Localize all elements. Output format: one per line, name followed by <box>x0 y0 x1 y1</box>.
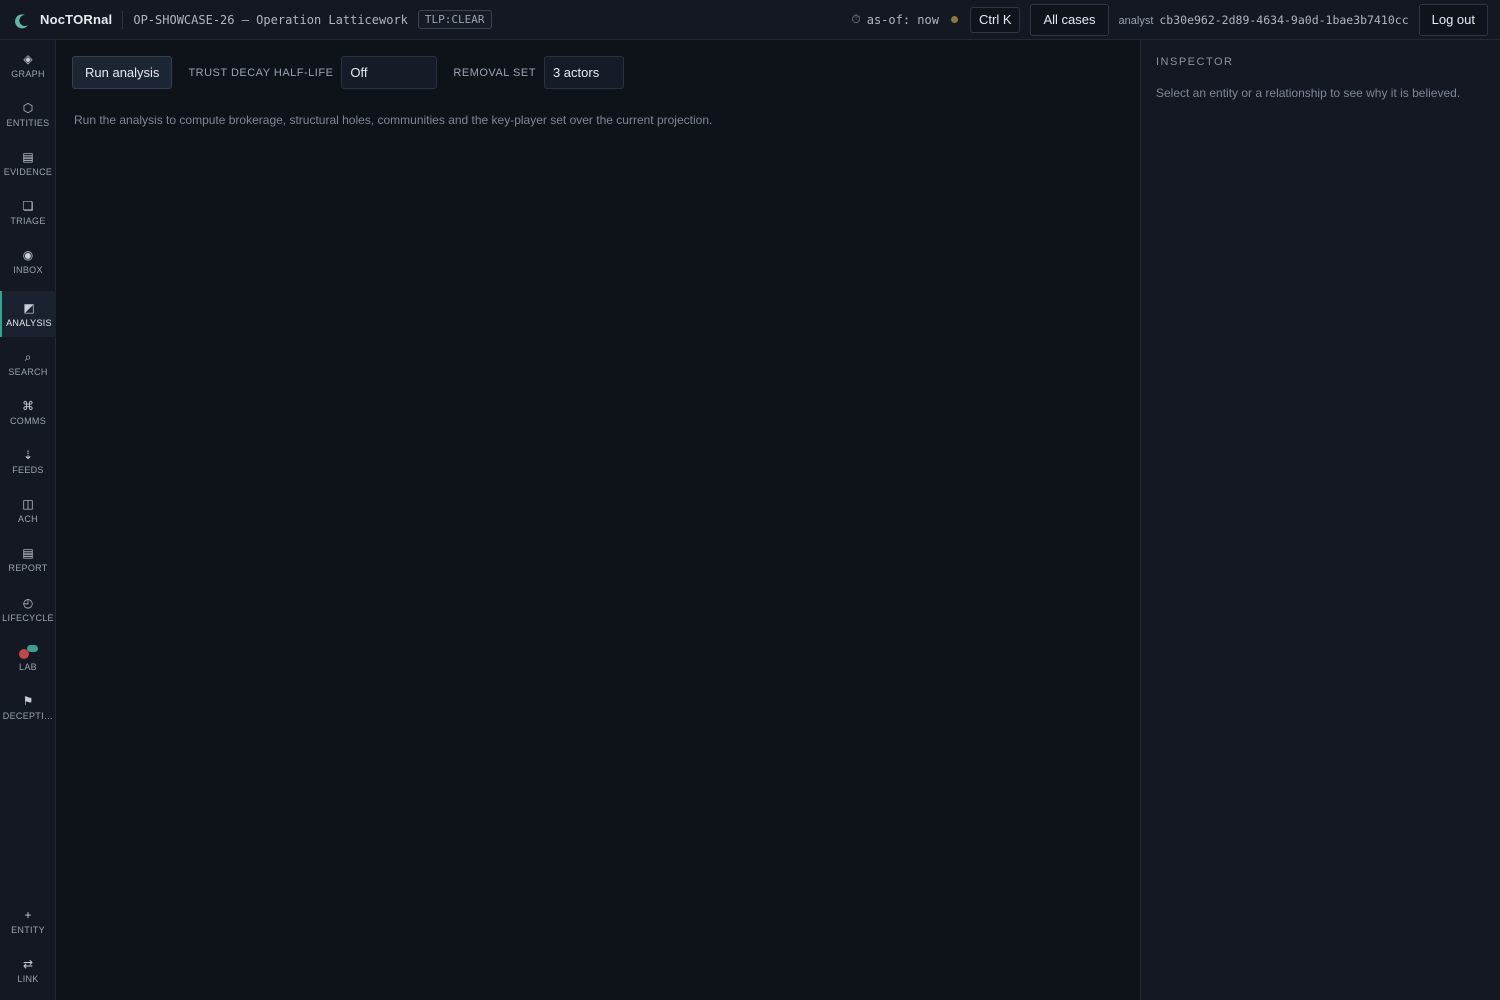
all-cases-button[interactable]: All cases <box>1030 3 1109 36</box>
sidebar-item-label: SEARCH <box>8 367 48 377</box>
analyst-id: cb30e962-2d89-4634-9a0d-1bae3b7410cc <box>1159 12 1409 27</box>
sidebar-item-graph[interactable]: ◈ GRAPH <box>0 42 56 88</box>
add-link-button[interactable]: ⇄ LINK <box>0 947 56 993</box>
sidebar-item-search[interactable]: ⌕ SEARCH <box>0 340 56 386</box>
add-entity-label: ENTITY <box>11 925 45 935</box>
analysis-icon: ◩ <box>23 301 35 315</box>
inbox-icon: ◉ <box>22 248 34 262</box>
triage-icon: ❏ <box>22 199 34 213</box>
flag-icon: ⚑ <box>22 694 34 708</box>
report-icon: ▤ <box>22 546 34 560</box>
lab-icon <box>19 645 38 659</box>
ach-icon: ◫ <box>22 497 34 511</box>
trust-decay-label: TRUST DECAY HALF-LIFE <box>188 66 334 79</box>
sidebar-item-report[interactable]: ▤ REPORT <box>0 536 56 582</box>
sidebar-item-label: INBOX <box>13 265 43 275</box>
search-icon: ⌕ <box>24 350 32 364</box>
add-entity-button[interactable]: + ENTITY <box>0 898 56 944</box>
sidebar-item-label: FEEDS <box>12 465 44 475</box>
sidebar-nav: ◈ GRAPH ⬡ ENTITIES ▤ EVIDENCE ❏ TRIAGE ◉… <box>0 40 56 1000</box>
run-analysis-button[interactable]: Run analysis <box>72 56 173 89</box>
analysis-hint: Run the analysis to compute brokerage, s… <box>74 113 713 127</box>
sidebar-item-label: REPORT <box>8 563 48 573</box>
sidebar-item-label: LAB <box>19 662 37 672</box>
sidebar-item-feeds[interactable]: ⇣ FEEDS <box>0 438 56 484</box>
sidebar-item-analysis[interactable]: ◩ ANALYSIS <box>0 291 56 337</box>
sidebar-item-label: EVIDENCE <box>3 167 53 177</box>
sidebar-item-lab[interactable]: LAB <box>0 635 56 681</box>
lab-icon <box>18 644 38 660</box>
graph-icon: ◈ <box>23 52 33 66</box>
analysis-toolbar: Run analysis TRUST DECAY HALF-LIFE Off R… <box>72 56 624 89</box>
sidebar-item-inbox[interactable]: ◉ INBOX <box>0 238 56 284</box>
sidebar-item-evidence[interactable]: ▤ EVIDENCE <box>0 140 56 186</box>
sidebar-item-ach[interactable]: ◫ ACH <box>0 487 56 533</box>
entities-icon: ⬡ <box>22 101 34 115</box>
sidebar-item-label: LIFECYCLE <box>2 613 54 623</box>
command-palette-button[interactable]: Ctrl K <box>969 6 1021 33</box>
sidebar-item-label: DECEPTI… <box>2 711 54 721</box>
analysis-panel: Run analysis TRUST DECAY HALF-LIFE Off R… <box>56 40 1140 1000</box>
sidebar-item-label: GRAPH <box>11 69 45 79</box>
status-dot <box>950 16 958 23</box>
app-brand[interactable]: NocTORnal <box>40 12 112 27</box>
as-of-indicator[interactable]: ⏱ as-of: now <box>851 12 939 27</box>
sidebar-item-label: ENTITIES <box>6 118 50 128</box>
moon-logo-icon <box>14 13 28 28</box>
removal-set-select[interactable]: 3 actors <box>543 56 624 89</box>
link-arrows-icon: ⇄ <box>22 957 34 971</box>
sidebar-item-lifecycle[interactable]: ◴ LIFECYCLE <box>0 586 56 632</box>
removal-set-label: REMOVAL SET <box>453 66 536 79</box>
clock-icon: ⏱ <box>851 12 861 26</box>
comms-icon: ⌘ <box>22 399 34 413</box>
sidebar-item-label: ACH <box>18 514 38 524</box>
inspector-hint: Select an entity or a relationship to se… <box>1156 86 1461 100</box>
tlp-badge: TLP:CLEAR <box>417 10 492 29</box>
sidebar-item-label: COMMS <box>10 416 46 426</box>
sidebar-item-entities[interactable]: ⬡ ENTITIES <box>0 91 56 137</box>
feeds-icon: ⇣ <box>22 448 34 462</box>
case-title: OP-SHOWCASE-26 — Operation Latticework <box>133 12 408 27</box>
evidence-icon: ▤ <box>22 150 34 164</box>
inspector-title: INSPECTOR <box>1156 56 1234 68</box>
sidebar-item-label: TRIAGE <box>10 216 46 226</box>
sidebar-item-triage[interactable]: ❏ TRIAGE <box>0 189 56 235</box>
as-of-text: as-of: now <box>866 12 939 27</box>
logout-button[interactable]: Log out <box>1418 3 1488 36</box>
sidebar-item-deception[interactable]: ⚑ DECEPTI… <box>0 684 56 730</box>
lifecycle-icon: ◴ <box>22 596 34 610</box>
inspector-panel: INSPECTOR Select an entity or a relation… <box>1140 40 1500 1000</box>
header-divider <box>122 10 124 29</box>
sidebar-item-comms[interactable]: ⌘ COMMS <box>0 389 56 435</box>
top-bar: NocTORnal OP-SHOWCASE-26 — Operation Lat… <box>0 0 1500 40</box>
plus-icon: + <box>24 908 32 922</box>
add-link-label: LINK <box>17 974 39 984</box>
sidebar-item-label: ANALYSIS <box>6 318 52 328</box>
analyst-label: analyst <box>1118 14 1154 27</box>
trust-decay-select[interactable]: Off <box>341 56 438 89</box>
